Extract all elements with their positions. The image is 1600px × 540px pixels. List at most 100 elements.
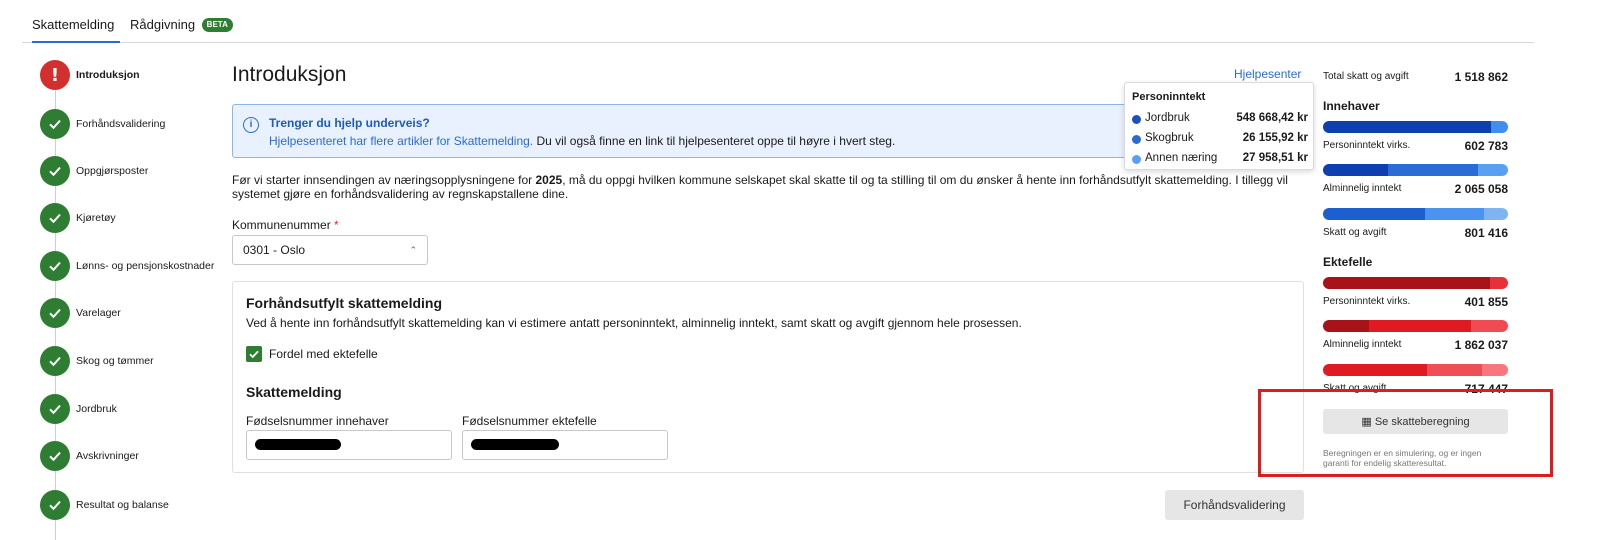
step-item[interactable]: ! Introduksjon: [40, 60, 140, 90]
simulation-disclaimer: Beregningen er en simulering, og er inge…: [1323, 448, 1482, 468]
tooltip-row-name: Skogbruk: [1145, 132, 1194, 144]
row-label: Skatt og avgift: [1323, 383, 1387, 394]
innehaver-bar[interactable]: [1323, 121, 1508, 133]
intro-text-pre: Før vi starter innsendingen av næringsop…: [232, 173, 536, 187]
step-label: Jordbruk: [76, 403, 117, 415]
tab-radgivning-label: Rådgivning: [130, 17, 196, 32]
step-label: Varelager: [76, 307, 121, 319]
kommune-label-text: Kommunenummer: [232, 218, 331, 232]
step-item[interactable]: Varelager: [40, 298, 121, 328]
chevron-updown-icon: ⌃: [409, 245, 417, 255]
tab-radgivning[interactable]: Rådgivning BETA: [130, 0, 233, 43]
tooltip-row-value: 26 155,92 kr: [1242, 132, 1308, 144]
fnr-owner-label: Fødselsnummer innehaver: [246, 414, 389, 428]
innehaver-bar[interactable]: [1323, 208, 1508, 220]
row-label: Alminnelig inntekt: [1323, 183, 1402, 194]
kommune-label: Kommunenummer *: [232, 218, 339, 232]
ektefelle-row: Personinntekt virks. 401 855: [1323, 295, 1508, 309]
required-mark: *: [334, 218, 339, 232]
info-icon: i: [243, 117, 259, 133]
step-item[interactable]: Jordbruk: [40, 394, 117, 424]
row-value: 401 855: [1464, 295, 1508, 309]
ektefelle-bar[interactable]: [1323, 364, 1508, 376]
fnr-spouse-label: Fødselsnummer ektefelle: [462, 414, 597, 428]
tooltip-row: Jordbruk 548 668,42 kr: [1132, 112, 1308, 126]
tooltip-row-value: 27 958,51 kr: [1242, 152, 1308, 164]
innehaver-heading: Innehaver: [1323, 99, 1380, 113]
legend-dot-icon: [1132, 135, 1141, 144]
step-item[interactable]: Lønns- og pensjonskostnader: [40, 251, 214, 281]
check-icon: [40, 109, 70, 139]
spouse-checkbox[interactable]: Fordel med ektefelle: [246, 346, 378, 362]
check-icon: [40, 346, 70, 376]
bar-segment: [1323, 364, 1427, 376]
innehaver-row: Personinntekt virks. 602 783: [1323, 139, 1508, 153]
step-label: Introduksjon: [76, 69, 140, 81]
tooltip-row: Skogbruk 26 155,92 kr: [1132, 132, 1308, 146]
step-item[interactable]: Skog og tømmer: [40, 346, 154, 376]
forhandsvalidering-button[interactable]: Forhåndsvalidering: [1165, 490, 1304, 520]
page-title: Introduksjon: [232, 63, 347, 86]
bar-segment: [1491, 121, 1508, 133]
ektefelle-heading: Ektefelle: [1323, 255, 1373, 269]
tooltip-row-name: Jordbruk: [1145, 112, 1190, 124]
innehaver-row: Skatt og avgift 801 416: [1323, 226, 1508, 240]
step-item[interactable]: Avskrivninger: [40, 441, 139, 471]
tab-skattemelding[interactable]: Skattemelding: [32, 0, 120, 43]
row-label: Personinntekt virks.: [1323, 296, 1411, 307]
tooltip-title: Personinntekt: [1132, 91, 1206, 103]
fnr-spouse-input[interactable]: [462, 430, 668, 460]
redacted-value: [255, 439, 341, 450]
skattemelding-section-title: Skattemelding: [246, 384, 342, 400]
step-item[interactable]: Forhåndsvalidering: [40, 109, 165, 139]
prefill-card-title: Forhåndsutfylt skattemelding: [246, 295, 443, 311]
row-value: 717 447: [1464, 382, 1508, 396]
intro-year: 2025: [535, 173, 563, 187]
innehaver-bar[interactable]: [1323, 164, 1508, 176]
see-tax-calc-label: Se skatteberegning: [1374, 416, 1470, 428]
legend-dot-icon: [1132, 115, 1141, 124]
prefill-card-desc: Ved å hente inn forhåndsutfylt skattemel…: [246, 316, 1022, 330]
check-icon: [40, 490, 70, 520]
step-label: Oppgjørsposter: [76, 165, 149, 177]
check-icon: [40, 394, 70, 424]
step-item[interactable]: Kjøretøy: [40, 203, 116, 233]
bar-segment: [1471, 320, 1508, 332]
tooltip-row: Annen næring 27 958,51 kr: [1132, 152, 1308, 166]
see-tax-calc-button[interactable]: ▦ Se skatteberegning: [1323, 409, 1508, 434]
row-label: Personinntekt virks.: [1323, 140, 1411, 151]
help-center-articles-link[interactable]: Hjelpesenteret har flere artikler for Sk…: [269, 134, 533, 148]
step-label: Avskrivninger: [76, 450, 139, 462]
bar-segment: [1426, 364, 1483, 376]
row-label: Alminnelig inntekt: [1323, 339, 1402, 350]
row-value: 1 862 037: [1454, 338, 1508, 352]
check-icon: [40, 156, 70, 186]
bar-segment: [1323, 320, 1370, 332]
total-tax-value: 1 518 862: [1454, 70, 1508, 84]
row-value: 2 065 058: [1454, 182, 1508, 196]
top-tabs: Skattemelding Rådgivning BETA: [22, 0, 1534, 43]
tax-summary-panel: Total skatt og avgift 1 518 862 Innehave…: [1323, 64, 1508, 396]
fnr-owner-input[interactable]: [246, 430, 452, 460]
check-icon: [40, 251, 70, 281]
row-value: 801 416: [1464, 226, 1508, 240]
step-label: Lønns- og pensjonskostnader: [76, 260, 215, 272]
bar-segment: [1323, 277, 1490, 289]
ektefelle-bar[interactable]: [1323, 277, 1508, 289]
step-item[interactable]: Oppgjørsposter: [40, 156, 148, 186]
kommune-select[interactable]: 0301 - Oslo ⌃: [232, 235, 428, 265]
bar-segment: [1482, 364, 1508, 376]
step-label: Forhåndsvalidering: [76, 118, 166, 130]
ektefelle-bar[interactable]: [1323, 320, 1508, 332]
ektefelle-row: Skatt og avgift 717 447: [1323, 382, 1508, 396]
step-label: Skog og tømmer: [76, 355, 154, 367]
tooltip-row-value: 548 668,42 kr: [1236, 112, 1308, 124]
bar-segment: [1387, 164, 1479, 176]
row-label: Skatt og avgift: [1323, 227, 1387, 238]
ektefelle-row: Alminnelig inntekt 1 862 037: [1323, 338, 1508, 352]
kommune-select-value: 0301 - Oslo: [243, 243, 306, 257]
row-value: 602 783: [1464, 139, 1508, 153]
bar-segment: [1369, 320, 1471, 332]
help-center-link[interactable]: Hjelpesenter: [1234, 67, 1301, 81]
step-item[interactable]: Resultat og balanse: [40, 490, 169, 520]
